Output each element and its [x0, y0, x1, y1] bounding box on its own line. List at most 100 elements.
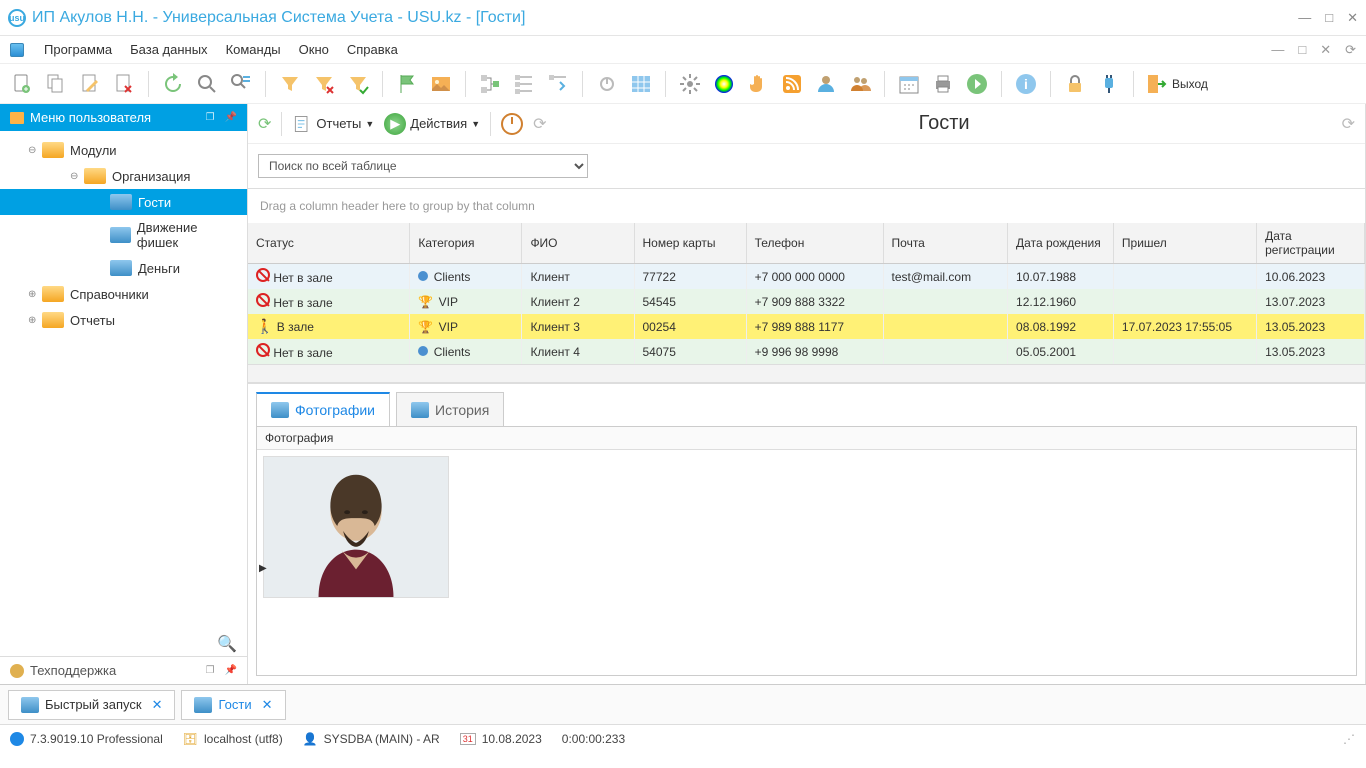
- col-header[interactable]: Почта: [883, 223, 1008, 264]
- search-button[interactable]: [193, 70, 221, 98]
- plug-button[interactable]: [1095, 70, 1123, 98]
- tree-money[interactable]: Деньги: [0, 255, 247, 281]
- col-header[interactable]: Категория: [410, 223, 522, 264]
- print-button[interactable]: [929, 70, 957, 98]
- menu-database[interactable]: База данных: [130, 42, 207, 57]
- menubar: Программа База данных Команды Окно Справ…: [0, 36, 1366, 64]
- settings-button[interactable]: [676, 70, 704, 98]
- col-header[interactable]: Дата регистрации: [1257, 223, 1365, 264]
- mdi-refresh-icon[interactable]: ⟳: [1345, 42, 1356, 58]
- resize-grip[interactable]: ⋰: [1343, 732, 1356, 746]
- tree-chips[interactable]: Движение фишек: [0, 215, 247, 255]
- image-button[interactable]: [427, 70, 455, 98]
- menu-window[interactable]: Окно: [299, 42, 329, 57]
- info-button[interactable]: i: [1012, 70, 1040, 98]
- close-button[interactable]: ✕: [1347, 10, 1358, 26]
- svg-text:i: i: [1024, 76, 1028, 92]
- edit-doc-button[interactable]: [76, 70, 104, 98]
- refresh-right-icon[interactable]: ⟳: [1342, 114, 1355, 134]
- table-row[interactable]: Нет в зале ClientsКлиент 454075+9 996 98…: [248, 339, 1365, 364]
- menu-program[interactable]: Программа: [44, 42, 112, 57]
- menu-commands[interactable]: Команды: [226, 42, 281, 57]
- tree-organization[interactable]: ⊖Организация: [0, 163, 247, 189]
- client-icon: [418, 271, 428, 281]
- tree-expand-button[interactable]: [510, 70, 538, 98]
- tree-refs[interactable]: ⊕Справочники: [0, 281, 247, 307]
- rss-button[interactable]: [778, 70, 806, 98]
- panel-restore-icon[interactable]: ❐: [206, 665, 215, 676]
- actions-dropdown[interactable]: ▶ Действия▼: [384, 113, 480, 135]
- titlebar: usu ИП Акулов Н.Н. - Универсальная Систе…: [0, 0, 1366, 36]
- tab-quick-launch[interactable]: Быстрый запуск✕: [8, 690, 175, 720]
- table-row[interactable]: Нет в зале ClientsКлиент77722+7 000 000 …: [248, 264, 1365, 290]
- in-hall-icon: 🚶: [256, 318, 273, 334]
- maximize-button[interactable]: □: [1325, 10, 1333, 26]
- panel-pin-icon[interactable]: 📌: [225, 112, 237, 123]
- minimize-button[interactable]: —: [1298, 10, 1311, 26]
- tree-collapse-button[interactable]: [544, 70, 572, 98]
- user-button[interactable]: [812, 70, 840, 98]
- panel-pin-icon[interactable]: 📌: [225, 665, 237, 676]
- table-row[interactable]: 🚶 В зале🏆 VIPКлиент 300254+7 989 888 117…: [248, 314, 1365, 339]
- tab-guests-bottom[interactable]: Гости✕: [181, 690, 285, 720]
- filter-remove-button[interactable]: [310, 70, 338, 98]
- grid-view-button[interactable]: [627, 70, 655, 98]
- close-tab-icon[interactable]: ✕: [152, 697, 163, 713]
- tab-history[interactable]: История: [396, 392, 504, 426]
- refresh-grey-icon[interactable]: ⟳: [533, 114, 546, 134]
- mdi-maximize[interactable]: □: [1298, 42, 1306, 58]
- menubar-icon: [10, 43, 24, 57]
- col-header[interactable]: Пришел: [1113, 223, 1256, 264]
- menu-help[interactable]: Справка: [347, 42, 398, 57]
- folder-icon: [42, 312, 64, 328]
- filter-button[interactable]: [276, 70, 304, 98]
- forward-button[interactable]: [963, 70, 991, 98]
- col-header[interactable]: Дата рождения: [1008, 223, 1114, 264]
- power-small-button[interactable]: [593, 70, 621, 98]
- tree-modules[interactable]: ⊖Модули: [0, 137, 247, 163]
- exit-button[interactable]: Выход: [1144, 72, 1208, 96]
- users-button[interactable]: [846, 70, 874, 98]
- prev-photo-button[interactable]: ▶: [259, 563, 267, 574]
- window-controls: — □ ✕: [1298, 10, 1358, 26]
- refresh-button[interactable]: [159, 70, 187, 98]
- panel-restore-icon[interactable]: ❐: [206, 112, 215, 123]
- guests-grid[interactable]: СтатусКатегорияФИОНомер картыТелефонПочт…: [248, 223, 1365, 364]
- tree-add-button[interactable]: [476, 70, 504, 98]
- tree-guests[interactable]: Гости: [0, 189, 247, 215]
- sub-toolbar: ⟳ Отчеты▼ ▶ Действия▼ ⟳ Гости ⟳: [248, 104, 1365, 144]
- mdi-close[interactable]: ✕: [1320, 42, 1331, 58]
- client-icon: [418, 346, 428, 356]
- tree-reports[interactable]: ⊕Отчеты: [0, 307, 247, 333]
- calendar-button[interactable]: [895, 70, 923, 98]
- reports-dropdown[interactable]: Отчеты▼: [292, 114, 374, 134]
- search-select[interactable]: Поиск по всей таблице: [258, 154, 588, 178]
- table-row[interactable]: Нет в зале🏆 VIPКлиент 254545+7 909 888 3…: [248, 289, 1365, 314]
- hand-button[interactable]: [744, 70, 772, 98]
- copy-doc-button[interactable]: [42, 70, 70, 98]
- book-icon: [194, 697, 212, 713]
- refresh-small-icon[interactable]: ⟳: [258, 114, 271, 134]
- clock-icon[interactable]: [501, 113, 523, 135]
- detail-tabs: Фотографии История: [248, 383, 1365, 426]
- folder-icon: [84, 168, 106, 184]
- search-list-button[interactable]: [227, 70, 255, 98]
- flag-button[interactable]: [393, 70, 421, 98]
- lock-button[interactable]: [1061, 70, 1089, 98]
- color-button[interactable]: [710, 70, 738, 98]
- support-header[interactable]: Техподдержка ❐📌: [0, 656, 247, 684]
- new-doc-button[interactable]: [8, 70, 36, 98]
- col-header[interactable]: Номер карты: [634, 223, 746, 264]
- database-icon: 🗄: [183, 732, 198, 746]
- col-header[interactable]: ФИО: [522, 223, 634, 264]
- search-icon[interactable]: 🔍: [217, 634, 237, 654]
- close-tab-icon[interactable]: ✕: [262, 697, 273, 713]
- guest-photo: [263, 456, 449, 598]
- filter-check-button[interactable]: [344, 70, 372, 98]
- mdi-minimize[interactable]: —: [1271, 42, 1284, 58]
- col-header[interactable]: Телефон: [746, 223, 883, 264]
- delete-doc-button[interactable]: [110, 70, 138, 98]
- col-header[interactable]: Статус: [248, 223, 410, 264]
- tab-photos[interactable]: Фотографии: [256, 392, 390, 426]
- status-user: SYSDBA (MAIN) - AR: [324, 732, 440, 746]
